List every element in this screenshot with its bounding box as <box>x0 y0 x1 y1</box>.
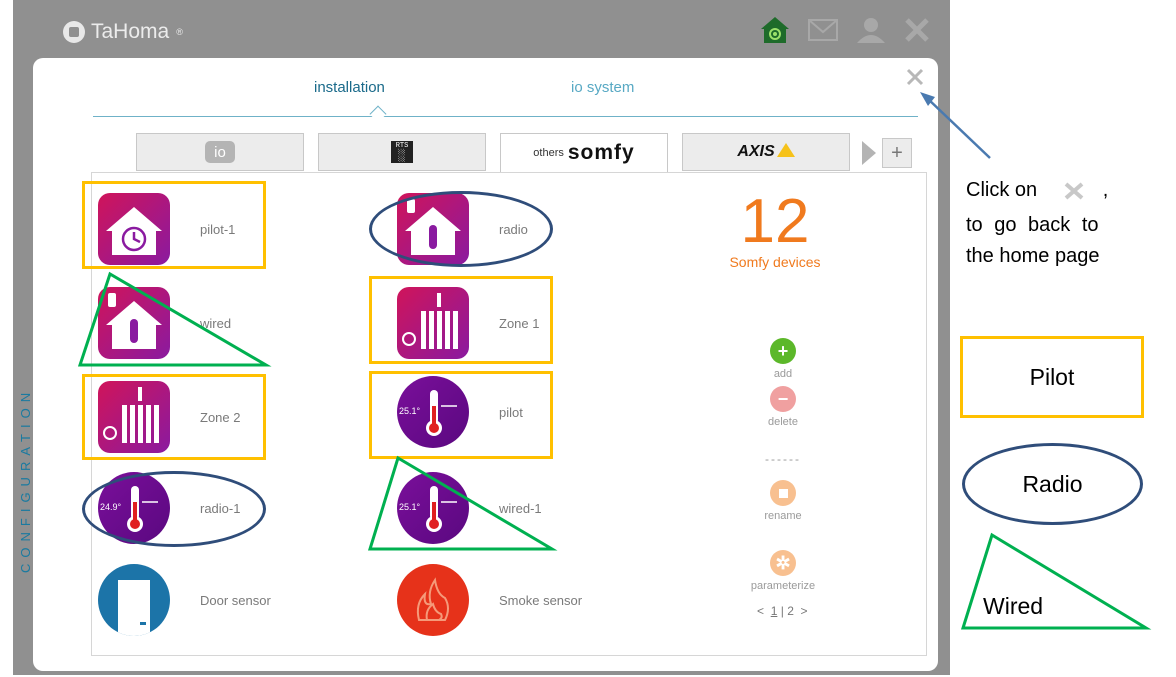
device-zone-2[interactable]: Zone 2 <box>98 381 240 453</box>
legend-radio: Radio <box>962 443 1143 525</box>
stop-square-icon <box>770 480 796 506</box>
device-name: wired-1 <box>499 500 542 516</box>
device-name: Smoke sensor <box>499 592 583 608</box>
device-wired-1[interactable]: 25.1° wired-1 <box>397 472 542 544</box>
device-wired[interactable]: wired <box>98 287 231 359</box>
device-radio-1[interactable]: 24.9° radio-1 <box>98 472 240 544</box>
device-count-label: Somfy devices <box>729 254 821 270</box>
device-name: wired <box>200 315 232 331</box>
device-name: Zone 2 <box>200 409 241 425</box>
delete-device-button[interactable]: − delete <box>733 386 833 428</box>
legend-pilot: Pilot <box>960 336 1144 418</box>
io-logo: io <box>205 141 235 163</box>
axis-logo: AXIS <box>737 143 775 160</box>
add-label: add <box>773 368 793 380</box>
door-sensor-icon <box>98 564 170 636</box>
rename-device-button[interactable]: rename <box>733 480 833 522</box>
delete-label: delete <box>768 416 798 428</box>
thermometer-icon: 25.1° <box>397 472 469 544</box>
plus-icon: + <box>770 338 796 364</box>
device-name: Door sensor <box>200 592 271 608</box>
close-modal-icon[interactable] <box>904 66 926 88</box>
home-icon[interactable] <box>760 16 790 44</box>
tab-axis[interactable]: AXIS <box>682 133 850 171</box>
add-device-button[interactable]: + add <box>733 338 833 380</box>
parameterize-device-button[interactable]: ✲ parameterize <box>733 550 833 592</box>
somfy-logo: somfy <box>567 141 635 164</box>
minus-icon: − <box>770 386 796 412</box>
annotation-line-2: to go back to <box>966 214 1099 236</box>
top-toolbar <box>760 16 930 44</box>
annotation-comma: , <box>1102 179 1109 201</box>
tab-others-somfy[interactable]: others somfy <box>500 133 668 173</box>
page-separator: | <box>780 604 784 618</box>
device-smoke-sensor[interactable]: Smoke sensor <box>397 564 582 636</box>
tab-rts[interactable]: RTS ░ <box>318 133 486 171</box>
temperature-reading: 24.9° <box>100 502 122 512</box>
page-2-link[interactable]: 2 <box>787 604 794 618</box>
annotation-line-3: the home page <box>966 245 1100 267</box>
rts-logo-mark: ░ <box>398 148 406 163</box>
protocol-tabs: io RTS ░ others somfy AXIS + <box>136 133 912 173</box>
device-door-sensor[interactable]: Door sensor <box>98 564 271 636</box>
tab-installation[interactable]: installation <box>314 79 385 96</box>
top-bar: TaHoma ® <box>13 0 950 62</box>
device-count: 12 <box>740 187 810 256</box>
active-tab-caret <box>369 105 387 123</box>
device-name: pilot-1 <box>200 221 236 237</box>
thermometer-icon: 24.9° <box>98 472 170 544</box>
brand-logo: TaHoma ® <box>63 20 183 44</box>
user-icon[interactable] <box>856 17 886 43</box>
radiator-icon <box>397 287 469 359</box>
device-counter: 12 Somfy devices <box>710 187 840 271</box>
temperature-reading: 25.1° <box>399 406 421 416</box>
top-tabs: installation io system <box>93 76 918 123</box>
house-clock-icon <box>98 193 170 265</box>
device-name: pilot <box>499 404 523 420</box>
legend-wired: Wired <box>983 593 1044 619</box>
device-zone-1[interactable]: Zone 1 <box>397 287 539 359</box>
parameterize-label: parameterize <box>750 580 816 592</box>
house-thermometer-icon <box>98 287 170 359</box>
tahoma-logo-icon <box>63 21 85 43</box>
gear-icon: ✲ <box>770 550 796 576</box>
actions-separator: ------ <box>765 452 801 466</box>
add-tab-button[interactable]: + <box>882 138 912 168</box>
axis-logo-triangle <box>776 143 795 157</box>
prev-page-button[interactable]: < <box>757 604 764 618</box>
others-label: others <box>533 147 564 159</box>
tab-io[interactable]: io <box>136 133 304 171</box>
rename-label: rename <box>764 510 802 522</box>
close-x-icon <box>1064 182 1084 200</box>
radiator-icon <box>98 381 170 453</box>
thermometer-icon: 25.1° <box>397 376 469 448</box>
brand-name: TaHoma <box>91 20 170 43</box>
house-thermometer-icon <box>397 193 469 265</box>
rts-logo: RTS ░ <box>391 141 413 163</box>
temperature-reading: 25.1° <box>399 502 421 512</box>
device-pilot-1[interactable]: pilot-1 <box>98 193 235 265</box>
next-tab-arrow-icon[interactable] <box>862 141 876 165</box>
annotation-click-on: Click on <box>966 179 1038 201</box>
device-radio[interactable]: radio <box>397 193 528 265</box>
device-name: radio-1 <box>200 500 241 516</box>
tab-underline <box>93 116 918 117</box>
configuration-side-label: CONFIGURATION <box>18 386 33 574</box>
mail-icon[interactable] <box>808 19 838 41</box>
close-app-icon[interactable] <box>904 17 930 43</box>
annotation-line-1: Click on , <box>966 179 1108 202</box>
tab-io-system[interactable]: io system <box>571 79 634 96</box>
device-name: Zone 1 <box>499 315 540 331</box>
pagination: < 1 | 2 > <box>757 604 808 618</box>
smoke-sensor-icon <box>397 564 469 636</box>
device-pilot[interactable]: 25.1° pilot <box>397 376 523 448</box>
next-page-button[interactable]: > <box>801 604 808 618</box>
device-name: radio <box>499 221 528 237</box>
page-1-link[interactable]: 1 <box>771 604 778 618</box>
brand-mark: ® <box>176 27 183 37</box>
tab-scroll-controls: + <box>862 133 912 173</box>
